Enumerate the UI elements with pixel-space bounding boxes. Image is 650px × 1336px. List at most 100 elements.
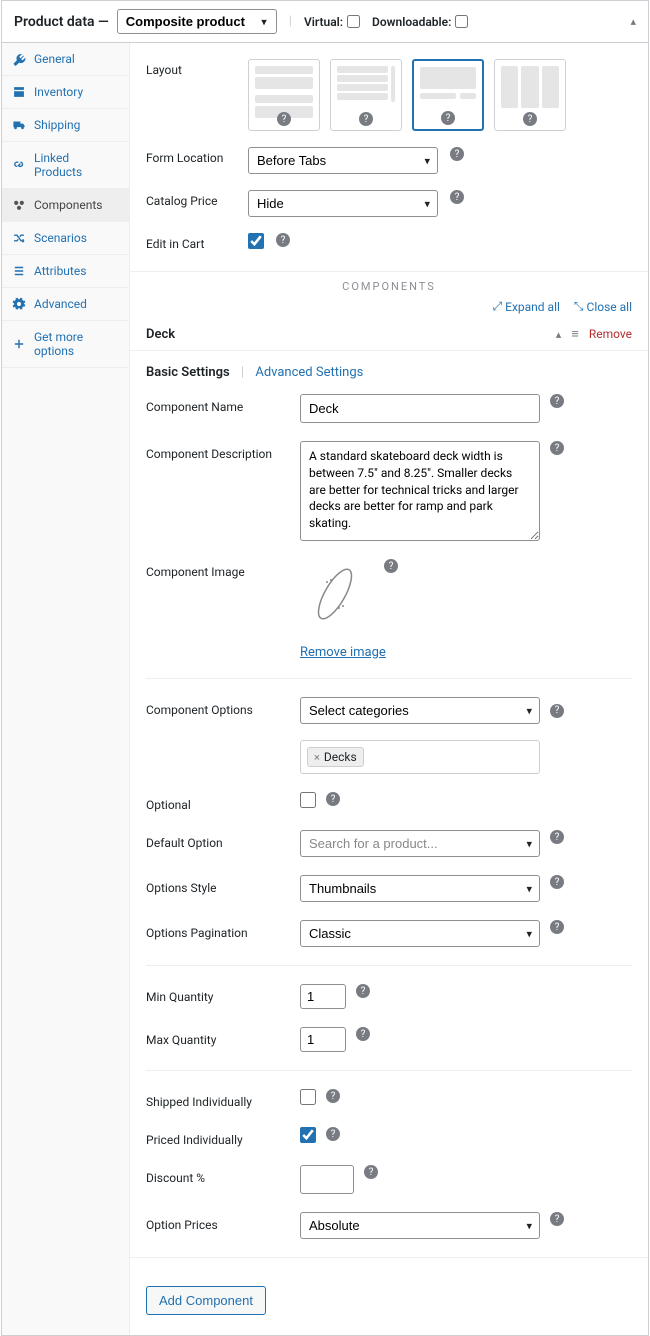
collapse-icon: ⤡ bbox=[574, 299, 584, 314]
list-icon bbox=[12, 264, 26, 278]
help-icon: ? bbox=[441, 111, 455, 125]
discount-label: Discount % bbox=[146, 1165, 286, 1185]
optional-checkbox[interactable] bbox=[300, 792, 316, 808]
plus-icon bbox=[12, 337, 26, 351]
components-icon bbox=[12, 198, 26, 212]
catalog-price-label: Catalog Price bbox=[146, 190, 236, 208]
expand-icon: ⤢ bbox=[493, 299, 503, 314]
help-icon[interactable]: ? bbox=[276, 233, 290, 247]
sidebar-item-components[interactable]: Components bbox=[2, 189, 129, 222]
help-icon[interactable]: ? bbox=[450, 147, 464, 161]
sidebar-item-linked[interactable]: Linked Products bbox=[2, 142, 129, 189]
components-heading: COMPONENTS bbox=[130, 271, 648, 293]
help-icon[interactable]: ? bbox=[450, 190, 464, 204]
divider bbox=[146, 1070, 632, 1071]
skateboard-deck-icon bbox=[305, 564, 365, 624]
help-icon[interactable]: ? bbox=[384, 559, 398, 573]
edit-in-cart-label: Edit in Cart bbox=[146, 233, 236, 251]
help-icon[interactable]: ? bbox=[550, 920, 564, 934]
layout-option-2[interactable]: ? bbox=[330, 59, 402, 131]
layout-option-4[interactable]: ? bbox=[494, 59, 566, 131]
priced-label: Priced Individually bbox=[146, 1127, 286, 1147]
virtual-checkbox-label[interactable]: Virtual: bbox=[304, 15, 360, 29]
shipped-label: Shipped Individually bbox=[146, 1089, 286, 1109]
remove-component-link[interactable]: Remove bbox=[589, 327, 632, 341]
discount-input[interactable] bbox=[300, 1165, 354, 1194]
shuffle-icon bbox=[12, 231, 26, 245]
divider bbox=[146, 678, 632, 679]
help-icon[interactable]: ? bbox=[326, 1089, 340, 1103]
collapse-component-icon[interactable]: ▴ bbox=[556, 328, 562, 341]
option-prices-select[interactable]: Absolute bbox=[300, 1212, 540, 1239]
form-location-label: Form Location bbox=[146, 147, 236, 165]
help-icon[interactable]: ? bbox=[356, 984, 370, 998]
panel-title: Product data — bbox=[14, 14, 109, 30]
max-qty-input[interactable] bbox=[300, 1027, 346, 1052]
link-icon bbox=[12, 158, 26, 172]
divider: | bbox=[289, 14, 292, 29]
layout-label: Layout bbox=[146, 59, 236, 77]
help-icon[interactable]: ? bbox=[550, 1212, 564, 1226]
divider bbox=[146, 965, 632, 966]
layout-option-1[interactable]: ? bbox=[248, 59, 320, 131]
options-pagination-label: Options Pagination bbox=[146, 920, 286, 940]
component-title: Deck bbox=[130, 327, 175, 342]
help-icon[interactable]: ? bbox=[550, 830, 564, 844]
downloadable-checkbox-label[interactable]: Downloadable: bbox=[372, 15, 468, 29]
sidebar: General Inventory Shipping Linked Produc… bbox=[2, 43, 130, 1335]
shipped-checkbox[interactable] bbox=[300, 1089, 316, 1105]
help-icon[interactable]: ? bbox=[364, 1165, 378, 1179]
downloadable-checkbox[interactable] bbox=[455, 15, 468, 28]
component-options-label: Component Options bbox=[146, 697, 286, 717]
component-image-preview[interactable] bbox=[300, 559, 370, 629]
expand-all-link[interactable]: ⤢Expand all bbox=[493, 299, 560, 314]
catalog-price-select[interactable]: Hide bbox=[248, 190, 438, 217]
sidebar-item-more[interactable]: Get more options bbox=[2, 321, 129, 368]
help-icon[interactable]: ? bbox=[326, 792, 340, 806]
help-icon[interactable]: ? bbox=[326, 1127, 340, 1141]
component-name-input[interactable] bbox=[300, 394, 540, 423]
product-type-select[interactable]: Composite product bbox=[117, 9, 277, 34]
component-options-select[interactable]: Select categories bbox=[300, 697, 540, 724]
tag-decks[interactable]: ×Decks bbox=[307, 747, 364, 767]
sidebar-item-inventory[interactable]: Inventory bbox=[2, 76, 129, 109]
max-qty-label: Max Quantity bbox=[146, 1027, 286, 1047]
form-location-select[interactable]: Before Tabs bbox=[248, 147, 438, 174]
component-options-tags[interactable]: ×Decks bbox=[300, 740, 540, 774]
layout-option-3[interactable]: ? bbox=[412, 59, 484, 131]
remove-image-link[interactable]: Remove image bbox=[300, 645, 386, 660]
sidebar-item-advanced[interactable]: Advanced bbox=[2, 288, 129, 321]
help-icon[interactable]: ? bbox=[550, 704, 564, 718]
options-style-select[interactable]: Thumbnails bbox=[300, 875, 540, 902]
sidebar-item-general[interactable]: General bbox=[2, 43, 129, 76]
help-icon[interactable]: ? bbox=[356, 1027, 370, 1041]
priced-checkbox[interactable] bbox=[300, 1127, 316, 1143]
options-pagination-select[interactable]: Classic bbox=[300, 920, 540, 947]
sidebar-item-shipping[interactable]: Shipping bbox=[2, 109, 129, 142]
help-icon[interactable]: ? bbox=[550, 875, 564, 889]
min-qty-input[interactable] bbox=[300, 984, 346, 1009]
help-icon: ? bbox=[359, 112, 373, 126]
tab-basic-settings[interactable]: Basic Settings bbox=[146, 365, 230, 380]
edit-in-cart-checkbox[interactable] bbox=[248, 233, 264, 249]
default-option-select[interactable]: Search for a product... bbox=[300, 830, 540, 857]
add-component-button[interactable]: Add Component bbox=[146, 1286, 266, 1315]
options-style-label: Options Style bbox=[146, 875, 286, 895]
default-option-label: Default Option bbox=[146, 830, 286, 850]
remove-tag-icon[interactable]: × bbox=[314, 751, 320, 764]
component-desc-textarea[interactable]: A standard skateboard deck width is betw… bbox=[300, 441, 540, 541]
divider bbox=[130, 1257, 648, 1258]
component-desc-label: Component Description bbox=[146, 441, 286, 461]
drag-handle-icon[interactable]: ≡ bbox=[571, 326, 579, 342]
sidebar-item-scenarios[interactable]: Scenarios bbox=[2, 222, 129, 255]
collapse-icon[interactable]: ▴ bbox=[630, 15, 636, 28]
optional-label: Optional bbox=[146, 792, 286, 812]
help-icon[interactable]: ? bbox=[550, 441, 564, 455]
close-all-link[interactable]: ⤡Close all bbox=[574, 299, 632, 314]
component-name-label: Component Name bbox=[146, 394, 286, 414]
help-icon[interactable]: ? bbox=[550, 394, 564, 408]
virtual-checkbox[interactable] bbox=[347, 15, 360, 28]
tab-advanced-settings[interactable]: Advanced Settings bbox=[255, 365, 363, 380]
gear-icon bbox=[12, 297, 26, 311]
sidebar-item-attributes[interactable]: Attributes bbox=[2, 255, 129, 288]
